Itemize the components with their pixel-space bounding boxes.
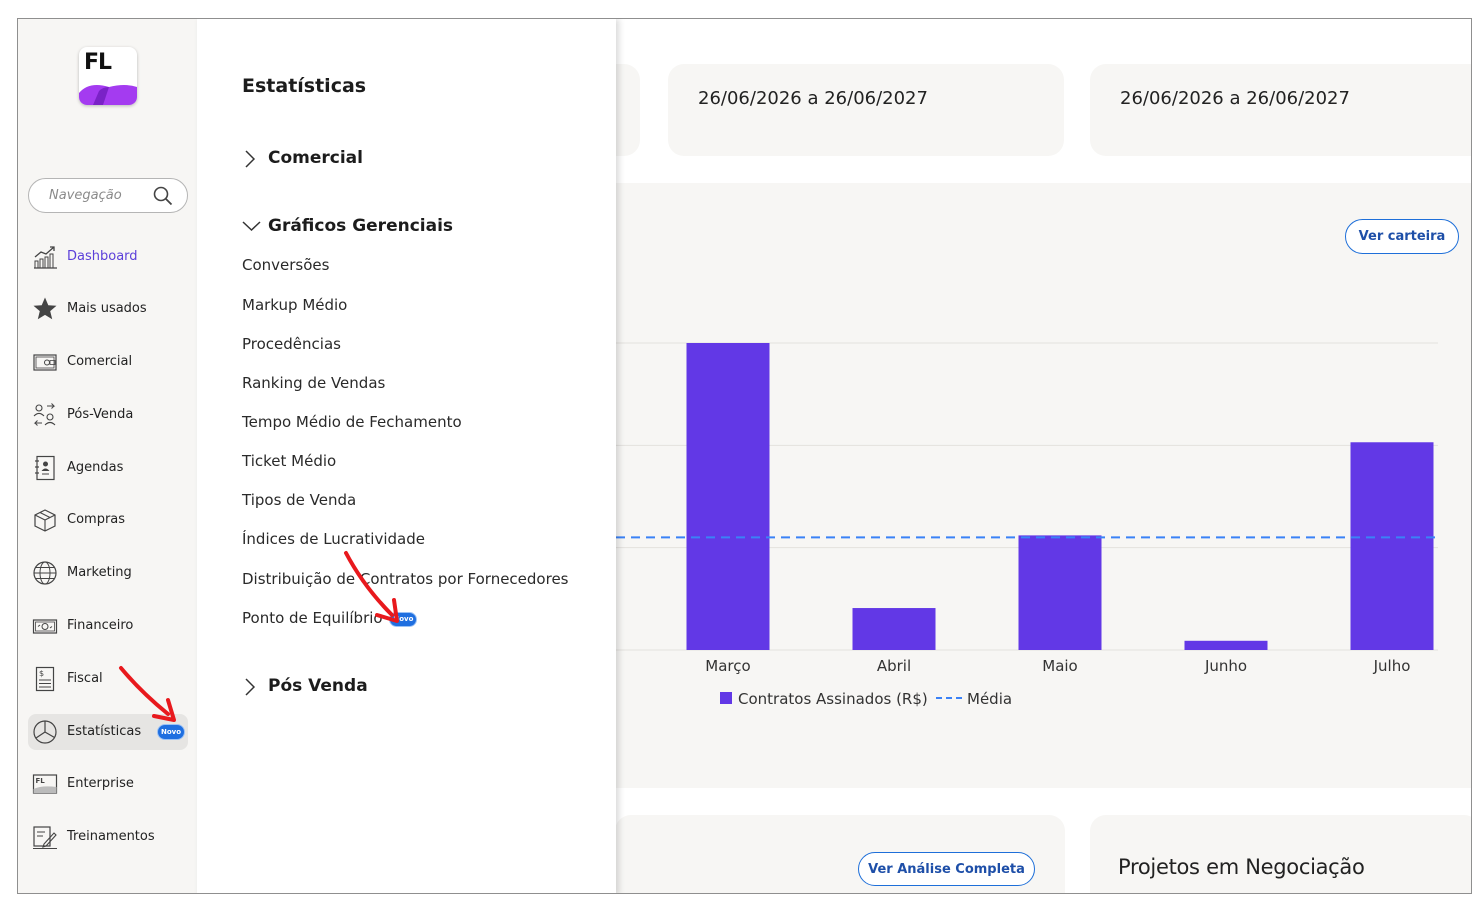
sidebar-item-label: Financeiro	[67, 618, 134, 633]
x-tick-label: Abril	[877, 657, 911, 675]
submenu-item-tempo-medio[interactable]: Tempo Médio de Fechamento	[242, 413, 462, 431]
legend-label: Média	[967, 690, 1012, 708]
sidebar-item-compras[interactable]: Compras	[28, 502, 188, 538]
x-tick-label: Julho	[1373, 657, 1411, 675]
globe-icon	[33, 561, 57, 585]
receipt-icon: $	[35, 666, 55, 692]
sidebar-item-label: Mais usados	[67, 301, 147, 316]
x-tick-label: Junho	[1204, 657, 1247, 675]
wallet-icon	[33, 354, 57, 371]
users-exchange-icon	[33, 403, 56, 426]
navigation-search[interactable]: Navegação	[28, 178, 188, 213]
annotation-arrow-icon	[119, 666, 176, 722]
submenu-item-indices-lucratividade[interactable]: Índices de Lucratividade	[242, 530, 425, 548]
pie-chart-icon	[33, 720, 57, 744]
bar[interactable]	[1350, 442, 1434, 650]
submenu-item-procedencias[interactable]: Procedências	[242, 335, 341, 353]
sidebar-item-dashboard[interactable]: Dashboard	[28, 239, 188, 275]
sidebar: FL Navegação Dashboard Mais usados Comer…	[18, 19, 197, 893]
svg-text:FL: FL	[36, 777, 46, 785]
search-input[interactable]: Navegação	[49, 188, 122, 203]
chevron-right-icon	[245, 150, 256, 168]
sidebar-item-label: Dashboard	[67, 249, 138, 264]
section-label: Comercial	[268, 148, 363, 168]
chevron-down-icon	[242, 221, 261, 232]
annotation-arrow-icon	[344, 551, 399, 623]
enterprise-icon: FL	[32, 774, 58, 794]
submenu-item-ranking-vendas[interactable]: Ranking de Vendas	[242, 374, 385, 392]
sidebar-item-pos-venda[interactable]: Pós-Venda	[28, 397, 188, 433]
sidebar-item-mais-usados[interactable]: Mais usados	[28, 291, 188, 327]
section-label: Pós Venda	[268, 676, 368, 696]
chevron-right-icon	[245, 678, 256, 696]
box-icon	[34, 509, 56, 532]
app-window: 26/06/2026 a 26/06/2027 26/06/2026 a 26/…	[17, 18, 1472, 894]
x-tick-label: Maio	[1042, 657, 1077, 675]
projetos-title: Projetos em Negociação	[1118, 855, 1365, 879]
sidebar-item-comercial[interactable]: Comercial	[28, 344, 188, 380]
sidebar-item-label: Pós-Venda	[67, 407, 134, 422]
projetos-card: Projetos em Negociação	[1090, 815, 1471, 893]
sidebar-item-label: Treinamentos	[67, 829, 155, 844]
app-logo[interactable]: FL	[79, 47, 137, 105]
legend-label: Contratos Assinados (R$)	[738, 690, 928, 708]
sidebar-item-marketing[interactable]: Marketing	[28, 555, 188, 591]
sidebar-item-enterprise[interactable]: FL Enterprise	[28, 766, 188, 802]
svg-text:$: $	[39, 669, 44, 678]
bar[interactable]	[686, 343, 770, 650]
submenu-title: Estatísticas	[242, 75, 367, 97]
training-icon	[33, 826, 57, 849]
chart-growth-icon	[34, 246, 57, 269]
bar[interactable]	[1018, 535, 1102, 650]
contact-book-icon	[35, 455, 55, 481]
logo-text: FL	[84, 50, 112, 75]
submenu-item-conversoes[interactable]: Conversões	[242, 256, 329, 274]
sidebar-item-label: Agendas	[67, 460, 124, 475]
sidebar-item-financeiro[interactable]: Financeiro	[28, 608, 188, 644]
submenu-item-ticket-medio[interactable]: Ticket Médio	[242, 452, 336, 470]
search-icon[interactable]	[153, 186, 173, 206]
sidebar-item-agendas[interactable]: Agendas	[28, 450, 188, 486]
sidebar-item-label: Comercial	[67, 354, 133, 369]
x-tick-label: Março	[705, 657, 750, 675]
analysis-card: Ver Análise Completa	[615, 815, 1065, 893]
sidebar-item-label: Compras	[67, 512, 126, 527]
bar[interactable]	[1184, 640, 1268, 650]
bar[interactable]	[852, 608, 936, 650]
section-label: Gráficos Gerenciais	[268, 216, 454, 236]
sidebar-item-label: Fiscal	[67, 671, 103, 686]
ver-analise-completa-button[interactable]: Ver Análise Completa	[858, 852, 1035, 886]
submenu-item-tipos-venda[interactable]: Tipos de Venda	[242, 491, 356, 509]
legend-swatch	[720, 692, 732, 704]
sidebar-item-treinamentos[interactable]: Treinamentos	[28, 819, 188, 855]
sidebar-item-label: Enterprise	[67, 776, 134, 791]
money-icon	[32, 619, 58, 634]
submenu-item-markup-medio[interactable]: Markup Médio	[242, 296, 347, 314]
sidebar-item-label: Marketing	[67, 565, 132, 580]
star-icon	[33, 297, 57, 320]
estatisticas-submenu: Estatísticas Comercial Gráficos Gerencia…	[197, 19, 616, 893]
